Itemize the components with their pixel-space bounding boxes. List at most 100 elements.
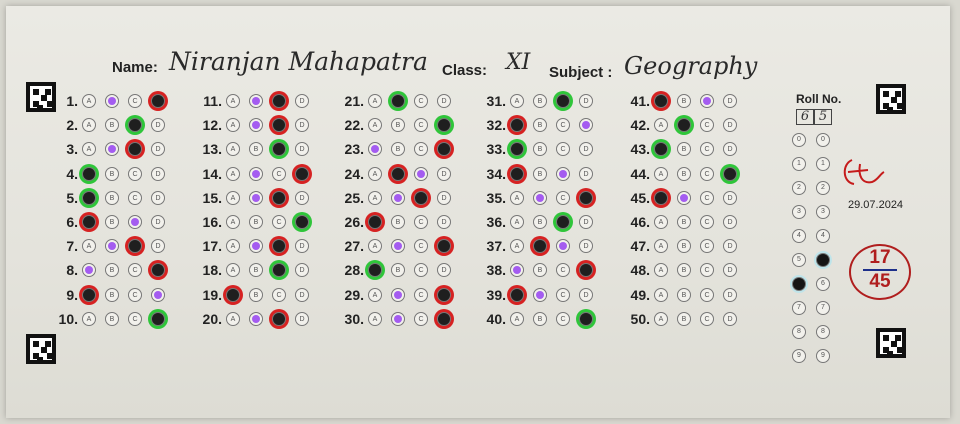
option-bubble-a[interactable]: A xyxy=(510,263,524,278)
option-bubble-a[interactable]: A xyxy=(510,239,524,254)
option-bubble-d[interactable]: D xyxy=(151,239,165,254)
roll-bubble[interactable]: 6 xyxy=(816,277,830,291)
option-bubble-c[interactable]: C xyxy=(272,215,286,229)
option-bubble-a[interactable]: A xyxy=(368,287,382,302)
option-bubble-b[interactable]: B xyxy=(105,263,119,278)
option-bubble-d[interactable]: D xyxy=(579,190,593,205)
option-bubble-a[interactable]: A xyxy=(368,190,382,205)
option-bubble-d[interactable]: D xyxy=(151,118,165,133)
roll-bubble[interactable]: 5 xyxy=(816,253,830,267)
roll-bubble[interactable]: 0 xyxy=(792,133,806,147)
option-bubble-a[interactable]: A xyxy=(82,263,96,278)
roll-bubble[interactable]: 4 xyxy=(792,229,806,243)
option-bubble-b[interactable]: B xyxy=(677,142,691,157)
option-bubble-b[interactable]: B xyxy=(677,287,691,302)
option-bubble-b[interactable]: B xyxy=(391,263,405,278)
option-bubble-a[interactable]: A xyxy=(510,190,524,205)
option-bubble-c[interactable]: C xyxy=(414,94,428,108)
option-bubble-d[interactable]: D xyxy=(295,287,309,302)
option-bubble-a[interactable]: A xyxy=(226,118,240,133)
option-bubble-d[interactable]: D xyxy=(295,311,309,326)
option-bubble-b[interactable]: B xyxy=(105,190,119,205)
option-bubble-c[interactable]: C xyxy=(556,94,570,108)
option-bubble-d[interactable]: D xyxy=(579,239,593,254)
roll-bubble[interactable]: 6 xyxy=(792,277,806,291)
option-bubble-d[interactable]: D xyxy=(437,287,451,302)
option-bubble-a[interactable]: A xyxy=(654,166,668,181)
option-bubble-b[interactable]: B xyxy=(677,215,691,229)
option-bubble-d[interactable]: D xyxy=(151,190,165,205)
option-bubble-c[interactable]: C xyxy=(272,287,286,302)
option-bubble-d[interactable]: D xyxy=(437,94,451,108)
option-bubble-c[interactable]: C xyxy=(272,142,286,157)
option-bubble-c[interactable]: C xyxy=(700,263,714,278)
option-bubble-d[interactable]: D xyxy=(151,287,165,302)
option-bubble-a[interactable]: A xyxy=(510,311,524,326)
roll-bubble[interactable]: 2 xyxy=(792,181,806,195)
option-bubble-d[interactable]: D xyxy=(579,287,593,302)
option-bubble-c[interactable]: C xyxy=(272,166,286,181)
option-bubble-d[interactable]: D xyxy=(437,263,451,278)
option-bubble-b[interactable]: B xyxy=(533,215,547,229)
option-bubble-d[interactable]: D xyxy=(437,166,451,181)
option-bubble-a[interactable]: A xyxy=(654,118,668,133)
roll-bubble[interactable]: 0 xyxy=(816,133,830,147)
option-bubble-a[interactable]: A xyxy=(654,263,668,278)
option-bubble-d[interactable]: D xyxy=(437,190,451,205)
option-bubble-c[interactable]: C xyxy=(128,215,142,229)
option-bubble-a[interactable]: A xyxy=(226,239,240,254)
option-bubble-b[interactable]: B xyxy=(677,166,691,181)
option-bubble-b[interactable]: B xyxy=(391,311,405,326)
option-bubble-a[interactable]: A xyxy=(368,142,382,157)
option-bubble-c[interactable]: C xyxy=(556,166,570,181)
option-bubble-a[interactable]: A xyxy=(368,215,382,229)
option-bubble-a[interactable]: A xyxy=(226,215,240,229)
option-bubble-c[interactable]: C xyxy=(556,142,570,157)
option-bubble-c[interactable]: C xyxy=(700,142,714,157)
option-bubble-b[interactable]: B xyxy=(391,118,405,133)
option-bubble-b[interactable]: B xyxy=(677,190,691,205)
option-bubble-a[interactable]: A xyxy=(82,94,96,108)
option-bubble-a[interactable]: A xyxy=(368,263,382,278)
option-bubble-c[interactable]: C xyxy=(414,287,428,302)
option-bubble-d[interactable]: D xyxy=(437,118,451,133)
option-bubble-c[interactable]: C xyxy=(414,142,428,157)
option-bubble-c[interactable]: C xyxy=(700,118,714,133)
option-bubble-d[interactable]: D xyxy=(295,142,309,157)
option-bubble-a[interactable]: A xyxy=(226,263,240,278)
option-bubble-a[interactable]: A xyxy=(654,239,668,254)
option-bubble-a[interactable]: A xyxy=(82,287,96,302)
option-bubble-c[interactable]: C xyxy=(556,239,570,254)
option-bubble-b[interactable]: B xyxy=(249,190,263,205)
option-bubble-c[interactable]: C xyxy=(272,94,286,108)
option-bubble-a[interactable]: A xyxy=(368,166,382,181)
option-bubble-a[interactable]: A xyxy=(226,94,240,108)
option-bubble-c[interactable]: C xyxy=(414,215,428,229)
roll-bubble[interactable]: 5 xyxy=(792,253,806,267)
option-bubble-d[interactable]: D xyxy=(723,239,737,254)
option-bubble-a[interactable]: A xyxy=(82,166,96,181)
option-bubble-a[interactable]: A xyxy=(226,166,240,181)
option-bubble-b[interactable]: B xyxy=(105,311,119,326)
option-bubble-b[interactable]: B xyxy=(391,94,405,108)
roll-bubble[interactable]: 7 xyxy=(792,301,806,315)
option-bubble-c[interactable]: C xyxy=(700,190,714,205)
option-bubble-d[interactable]: D xyxy=(723,263,737,278)
option-bubble-c[interactable]: C xyxy=(272,263,286,278)
option-bubble-a[interactable]: A xyxy=(82,142,96,157)
option-bubble-a[interactable]: A xyxy=(510,215,524,229)
option-bubble-c[interactable]: C xyxy=(414,263,428,278)
option-bubble-b[interactable]: B xyxy=(533,142,547,157)
option-bubble-c[interactable]: C xyxy=(128,142,142,157)
option-bubble-d[interactable]: D xyxy=(295,118,309,133)
option-bubble-c[interactable]: C xyxy=(700,311,714,326)
option-bubble-c[interactable]: C xyxy=(556,287,570,302)
option-bubble-d[interactable]: D xyxy=(723,118,737,133)
option-bubble-c[interactable]: C xyxy=(556,118,570,133)
option-bubble-c[interactable]: C xyxy=(700,215,714,229)
roll-bubble[interactable]: 8 xyxy=(792,325,806,339)
option-bubble-d[interactable]: D xyxy=(723,166,737,181)
option-bubble-c[interactable]: C xyxy=(128,311,142,326)
option-bubble-b[interactable]: B xyxy=(249,215,263,229)
option-bubble-d[interactable]: D xyxy=(723,215,737,229)
